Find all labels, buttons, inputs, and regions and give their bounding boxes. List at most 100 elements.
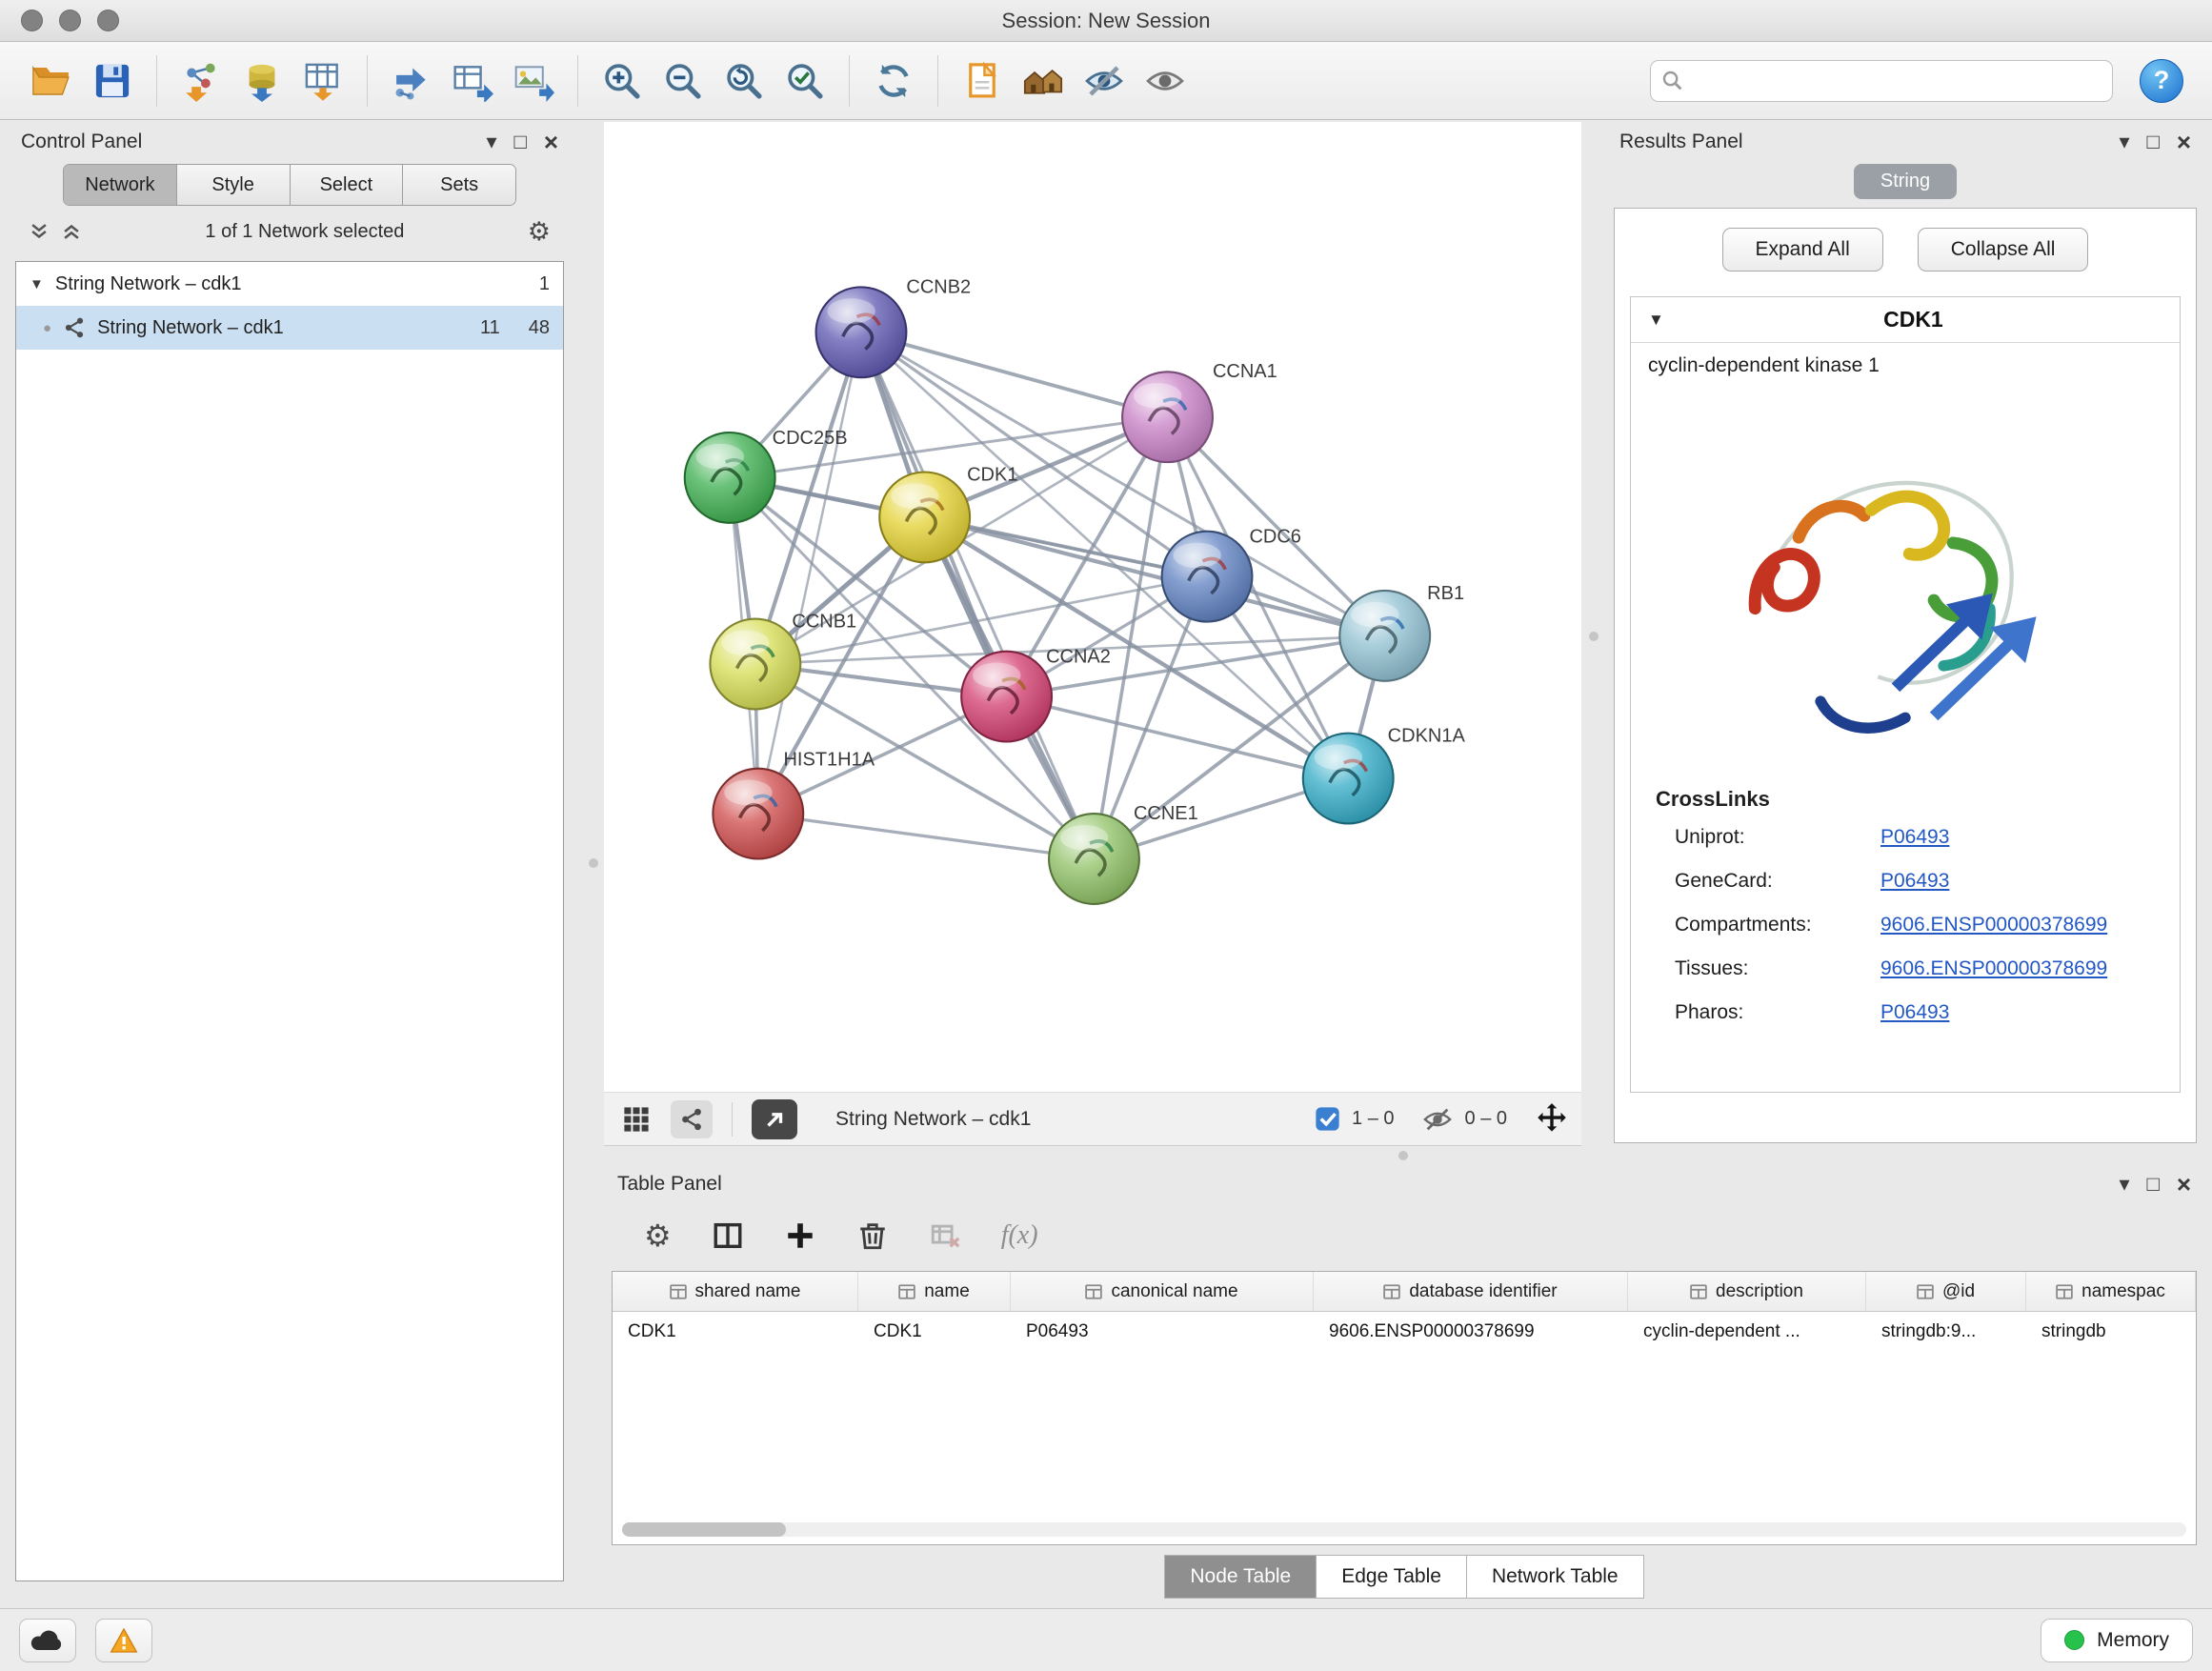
minimize-window-button[interactable] xyxy=(59,10,81,31)
tab-select[interactable]: Select xyxy=(291,165,404,205)
table-panel-header: Table Panel ▾ □ × xyxy=(610,1164,2199,1204)
network-node-CDKN1A[interactable]: CDKN1A xyxy=(1303,726,1466,824)
column-header-namespac[interactable]: namespac xyxy=(2026,1272,2196,1311)
refresh-view-button[interactable] xyxy=(863,50,924,111)
save-session-button[interactable] xyxy=(82,50,143,111)
clone-network-button[interactable] xyxy=(381,50,442,111)
zoom-out-button[interactable] xyxy=(653,50,714,111)
splitter-handle[interactable] xyxy=(1398,1151,1408,1160)
close-window-button[interactable] xyxy=(21,10,43,31)
splitter-handle[interactable] xyxy=(1589,632,1599,641)
column-header--id[interactable]: @id xyxy=(1866,1272,2026,1311)
zoom-fit-button[interactable] xyxy=(714,50,774,111)
string-network-graph[interactable]: CCNB2CCNA1CDC25BCDK1CDC6RB1CCNB1CCNA2CDK… xyxy=(604,122,1581,1092)
import-table-button[interactable] xyxy=(292,50,353,111)
network-node-CDK1[interactable]: CDK1 xyxy=(879,464,1017,562)
export-image-button[interactable] xyxy=(503,50,564,111)
show-all-button[interactable] xyxy=(1135,50,1196,111)
home-button[interactable] xyxy=(1013,50,1074,111)
table-options-gear-icon[interactable]: ⚙ xyxy=(644,1218,672,1254)
panel-float-icon[interactable]: □ xyxy=(2147,1174,2160,1195)
tab-string[interactable]: String xyxy=(1854,164,1957,199)
network-node-CCNB2[interactable]: CCNB2 xyxy=(816,276,972,377)
crosslink-link[interactable]: P06493 xyxy=(1880,1001,1949,1024)
table-cell[interactable]: P06493 xyxy=(1011,1312,1314,1352)
cloud-button[interactable] xyxy=(19,1619,76,1662)
panel-close-icon[interactable]: × xyxy=(2177,128,2191,157)
tab-node-table[interactable]: Node Table xyxy=(1164,1555,1317,1599)
network-collection-row[interactable]: ▼ String Network – cdk1 1 xyxy=(16,262,563,306)
panel-menu-icon[interactable]: ▾ xyxy=(486,131,496,152)
network-row-selected[interactable]: ● String Network – cdk1 11 48 xyxy=(16,306,563,350)
disclosure-triangle-icon[interactable]: ▼ xyxy=(1648,311,1664,330)
panel-menu-icon[interactable]: ▾ xyxy=(2119,1174,2129,1195)
tab-network[interactable]: Network xyxy=(64,165,177,205)
horizontal-scrollbar[interactable] xyxy=(622,1522,2186,1537)
crosslink-link[interactable]: P06493 xyxy=(1880,870,1949,893)
zoom-window-button[interactable] xyxy=(97,10,119,31)
expand-all-button[interactable]: Expand All xyxy=(1722,228,1883,272)
function-builder-icon[interactable]: f(x) xyxy=(1001,1220,1038,1251)
panel-close-icon[interactable]: × xyxy=(544,128,558,157)
panel-close-icon[interactable]: × xyxy=(2177,1170,2191,1199)
show-columns-icon[interactable] xyxy=(712,1219,744,1252)
detach-view-button[interactable] xyxy=(752,1099,797,1139)
hide-selected-button[interactable] xyxy=(1074,50,1135,111)
open-session-button[interactable] xyxy=(21,50,82,111)
tab-edge-table[interactable]: Edge Table xyxy=(1317,1555,1467,1599)
panel-float-icon[interactable]: □ xyxy=(514,131,527,152)
table-cell[interactable]: cyclin-dependent ... xyxy=(1628,1312,1866,1352)
column-header-canonical-name[interactable]: canonical name xyxy=(1011,1272,1314,1311)
control-panel-header: Control Panel ▾ □ × xyxy=(13,122,566,162)
zoom-in-button[interactable] xyxy=(592,50,653,111)
image-arrow-icon xyxy=(513,60,554,102)
import-database-button[interactable] xyxy=(231,50,292,111)
network-canvas[interactable]: CCNB2CCNA1CDC25BCDK1CDC6RB1CCNB1CCNA2CDK… xyxy=(604,122,1581,1092)
panel-menu-icon[interactable]: ▾ xyxy=(2119,131,2129,152)
expand-all-icon[interactable] xyxy=(61,221,82,242)
network-node-CCNA2[interactable]: CCNA2 xyxy=(961,647,1111,742)
zoom-selected-button[interactable] xyxy=(774,50,835,111)
crosslink-link[interactable]: P06493 xyxy=(1880,826,1949,849)
birds-eye-view-button[interactable] xyxy=(671,1100,713,1138)
delete-column-trash-icon[interactable] xyxy=(856,1219,889,1252)
help-button[interactable]: ? xyxy=(2140,59,2183,103)
hidden-eye-slash-icon[interactable] xyxy=(1421,1103,1454,1136)
panel-float-icon[interactable]: □ xyxy=(2147,131,2160,152)
table-cell[interactable]: CDK1 xyxy=(858,1312,1011,1352)
disclosure-triangle-icon[interactable]: ▼ xyxy=(30,276,44,292)
splitter-handle[interactable] xyxy=(589,858,598,868)
new-table-button[interactable] xyxy=(442,50,503,111)
protein-section-header[interactable]: ▼ CDK1 xyxy=(1631,297,2180,343)
column-header-name[interactable]: name xyxy=(858,1272,1011,1311)
network-options-gear-icon[interactable]: ⚙ xyxy=(528,217,551,247)
network-node-CCNA1[interactable]: CCNA1 xyxy=(1122,361,1277,462)
collapse-all-button[interactable]: Collapse All xyxy=(1918,228,2089,272)
tab-sets[interactable]: Sets xyxy=(403,165,515,205)
table-cell[interactable]: stringdb:9... xyxy=(1866,1312,2026,1352)
crosslink-link[interactable]: 9606.ENSP00000378699 xyxy=(1880,957,2107,980)
column-header-shared-name[interactable]: shared name xyxy=(613,1272,858,1311)
search-input[interactable] xyxy=(1650,60,2113,102)
tab-style[interactable]: Style xyxy=(177,165,291,205)
crosslink-link[interactable]: 9606.ENSP00000378699 xyxy=(1880,914,2107,936)
column-header-database-identifier[interactable]: database identifier xyxy=(1314,1272,1628,1311)
warnings-button[interactable] xyxy=(95,1619,152,1662)
table-cell[interactable]: stringdb xyxy=(2026,1312,2196,1352)
grid-view-button[interactable] xyxy=(615,1100,657,1138)
add-column-icon[interactable] xyxy=(784,1219,816,1252)
selected-checkbox-icon[interactable] xyxy=(1315,1106,1340,1132)
annotation-button[interactable] xyxy=(952,50,1013,111)
tab-network-table[interactable]: Network Table xyxy=(1467,1555,1644,1599)
collapse-all-icon[interactable] xyxy=(29,221,50,242)
scrollbar-thumb[interactable] xyxy=(622,1522,786,1537)
column-header-description[interactable]: description xyxy=(1628,1272,1866,1311)
table-cell[interactable]: CDK1 xyxy=(613,1312,858,1352)
network-node-RB1[interactable]: RB1 xyxy=(1339,583,1464,681)
memory-button[interactable]: Memory xyxy=(2041,1619,2193,1662)
import-network-button[interactable] xyxy=(171,50,231,111)
move-crosshair-icon[interactable] xyxy=(1534,1101,1570,1137)
network-node-HIST1H1A[interactable]: HIST1H1A xyxy=(713,750,875,859)
table-cell[interactable]: 9606.ENSP00000378699 xyxy=(1314,1312,1628,1352)
table-row[interactable]: CDK1CDK1P064939606.ENSP00000378699cyclin… xyxy=(613,1312,2196,1352)
